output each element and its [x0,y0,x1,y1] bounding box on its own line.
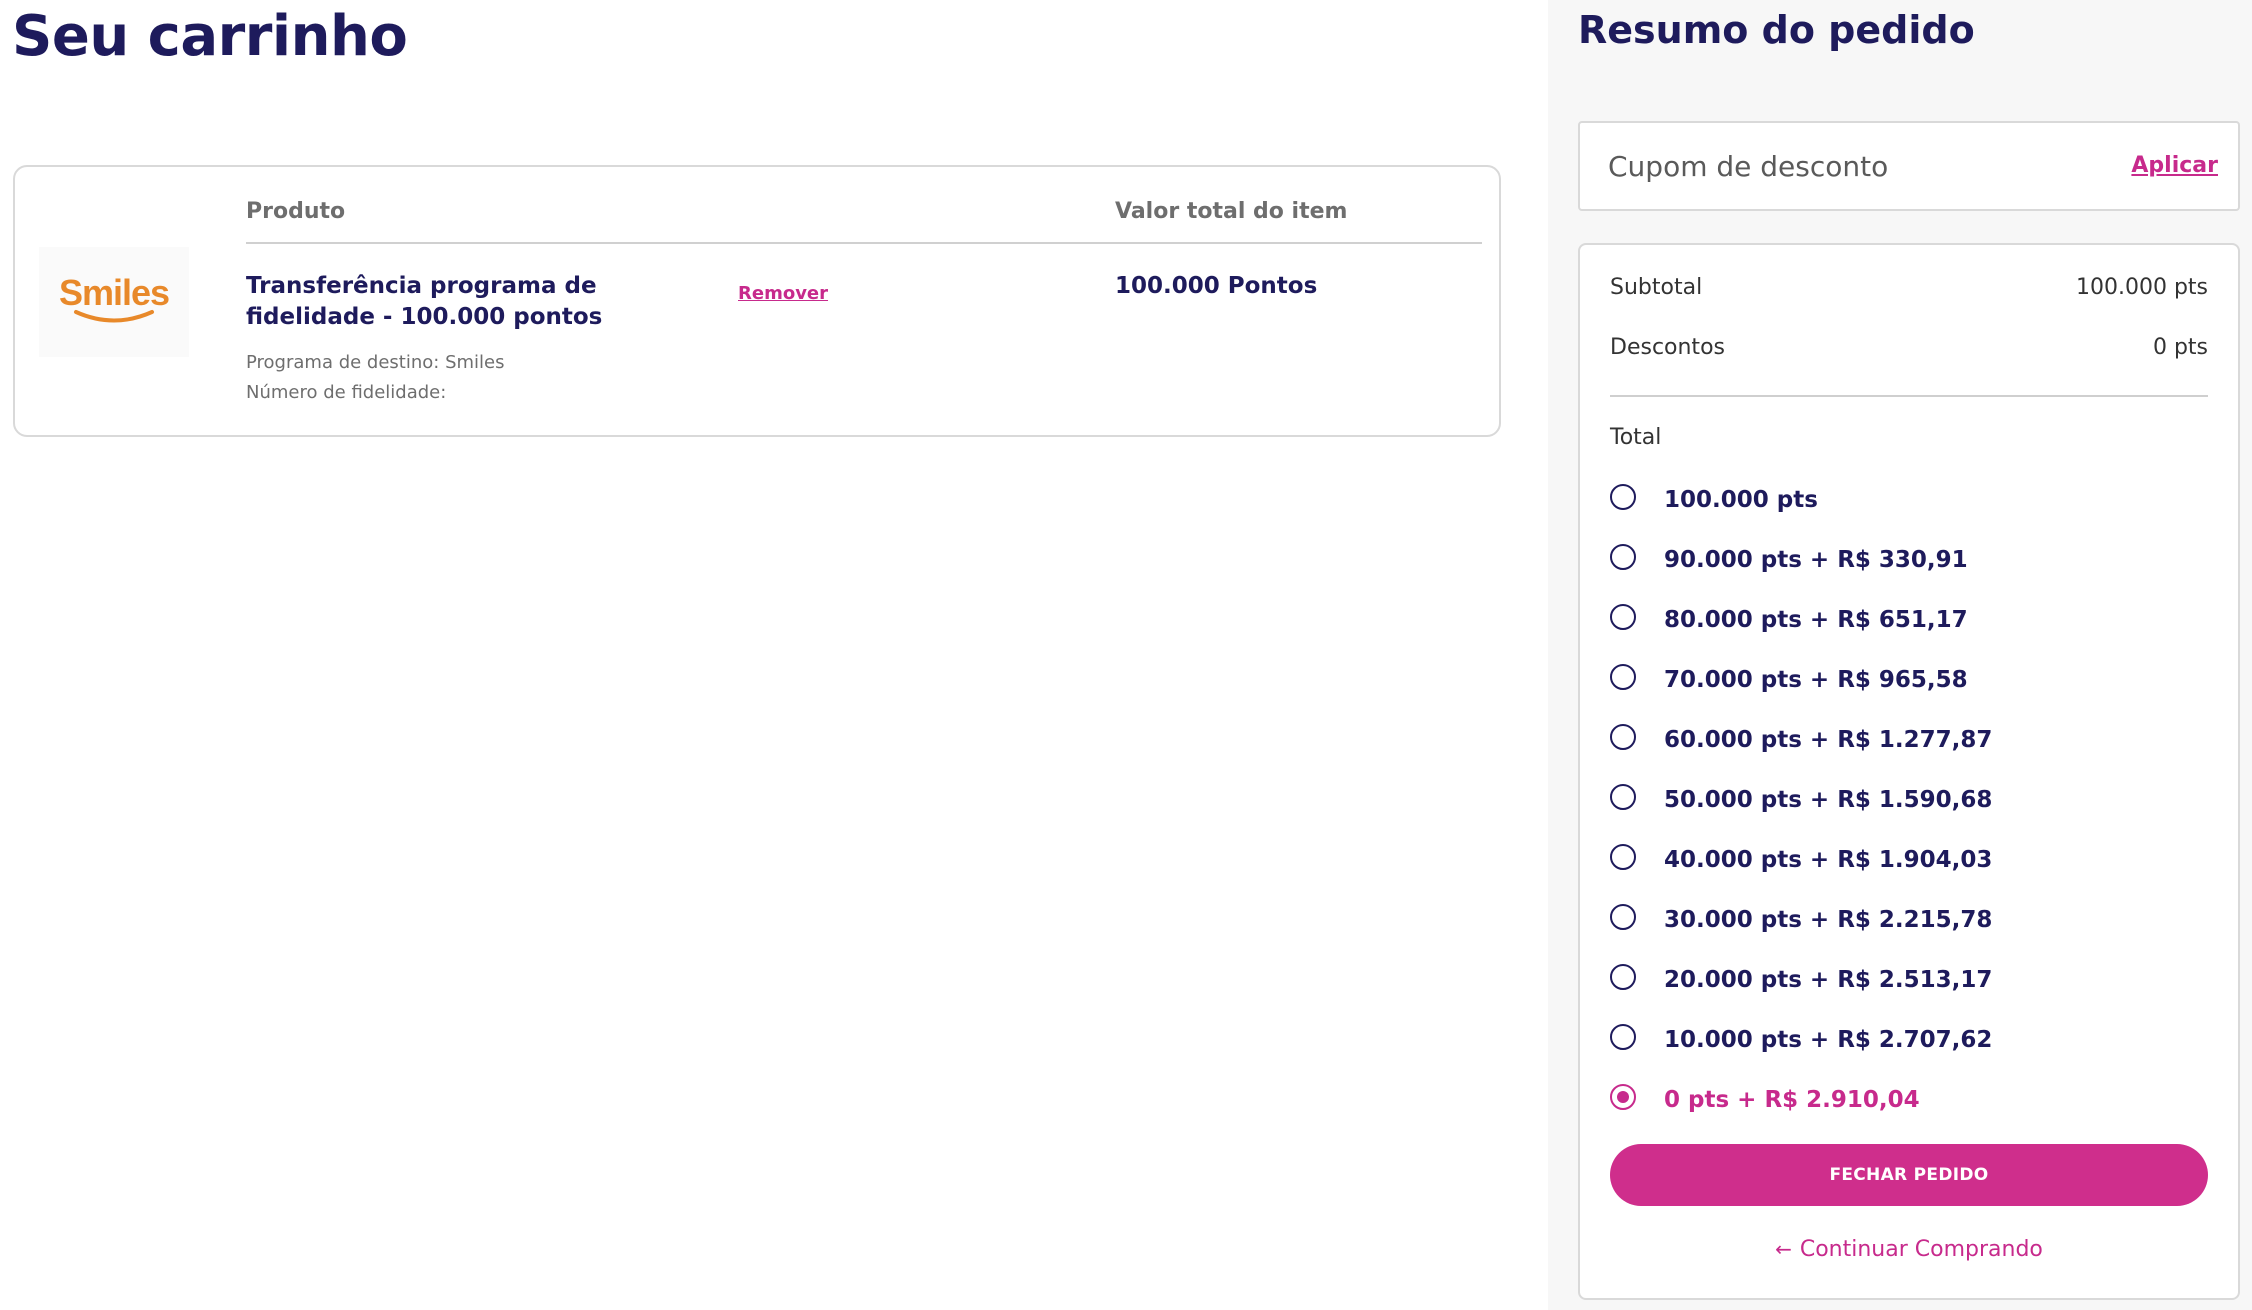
radio-icon[interactable] [1610,544,1636,570]
payment-option-label: 80.000 pts + R$ 651,17 [1664,607,1968,633]
apply-coupon-link[interactable]: Aplicar [2131,153,2218,178]
smiles-logo-text: Smiles [58,272,170,313]
subtotal-row: Subtotal 100.000 pts [1610,275,2208,300]
payment-option-label: 50.000 pts + R$ 1.590,68 [1664,787,1993,813]
radio-icon[interactable] [1610,1084,1636,1110]
payment-option-label: 90.000 pts + R$ 330,91 [1664,547,1968,573]
radio-icon[interactable] [1610,784,1636,810]
loyalty-number: Número de fidelidade: [246,382,447,403]
remove-item-link[interactable]: Remover [738,283,828,304]
radio-icon[interactable] [1610,904,1636,930]
radio-icon[interactable] [1610,1024,1636,1050]
continue-shopping-link[interactable]: ← Continuar Comprando [1580,1237,2238,1262]
radio-icon[interactable] [1610,724,1636,750]
payment-option-label: 20.000 pts + R$ 2.513,17 [1664,967,1993,993]
payment-option[interactable]: 60.000 pts + R$ 1.277,87 [1610,722,2210,782]
payment-option-label: 70.000 pts + R$ 965,58 [1664,667,1968,693]
order-summary-card: Subtotal 100.000 pts Descontos 0 pts Tot… [1578,243,2240,1300]
payment-option[interactable]: 70.000 pts + R$ 965,58 [1610,662,2210,722]
arrow-left-icon: ← [1775,1237,1792,1261]
smiles-logo: Smiles [39,247,189,357]
payment-option[interactable]: 20.000 pts + R$ 2.513,17 [1610,962,2210,1022]
payment-option[interactable]: 80.000 pts + R$ 651,17 [1610,602,2210,662]
item-total-value: 100.000 Pontos [1115,273,1318,299]
radio-icon[interactable] [1610,844,1636,870]
column-header-value: Valor total do item [1115,199,1348,224]
cart-item-card: Produto Valor total do item Smiles Trans… [13,165,1501,437]
subtotal-label: Subtotal [1610,275,1703,300]
payment-option[interactable]: 100.000 pts [1610,482,2210,542]
radio-icon[interactable] [1610,964,1636,990]
coupon-input[interactable] [1608,143,2088,189]
checkout-button[interactable]: FECHAR PEDIDO [1610,1144,2208,1206]
radio-icon[interactable] [1610,484,1636,510]
payment-option[interactable]: 10.000 pts + R$ 2.707,62 [1610,1022,2210,1082]
payment-option-label: 10.000 pts + R$ 2.707,62 [1664,1027,1993,1053]
product-name: Transferência programa de fidelidade - 1… [246,273,603,330]
payment-option-label: 30.000 pts + R$ 2.215,78 [1664,907,1993,933]
column-header-product: Produto [246,199,346,224]
payment-option[interactable]: 40.000 pts + R$ 1.904,03 [1610,842,2210,902]
discount-label: Descontos [1610,335,1725,360]
summary-divider [1610,395,2208,397]
payment-option-label: 40.000 pts + R$ 1.904,03 [1664,847,1993,873]
smile-curve-icon [74,310,154,323]
destination-program: Programa de destino: Smiles [246,352,505,373]
continue-shopping-label: Continuar Comprando [1799,1237,2043,1262]
total-label: Total [1610,425,1662,450]
cart-section: Seu carrinho Produto Valor total do item… [0,0,1548,1310]
subtotal-value: 100.000 pts [2075,275,2208,300]
summary-title: Resumo do pedido [1578,8,1975,52]
payment-option-label: 60.000 pts + R$ 1.277,87 [1664,727,1993,753]
coupon-box: Aplicar [1578,121,2240,211]
page-title: Seu carrinho [12,4,408,69]
discount-value: 0 pts [2152,335,2208,360]
radio-icon[interactable] [1610,604,1636,630]
header-divider [246,242,1482,244]
radio-icon[interactable] [1610,664,1636,690]
discount-row: Descontos 0 pts [1610,335,2208,360]
payment-option[interactable]: 50.000 pts + R$ 1.590,68 [1610,782,2210,842]
payment-option[interactable]: 0 pts + R$ 2.910,04 [1610,1082,2210,1142]
payment-option-label: 100.000 pts [1664,487,1818,513]
payment-option[interactable]: 90.000 pts + R$ 330,91 [1610,542,2210,602]
payment-options: 100.000 pts 90.000 pts + R$ 330,91 80.00… [1610,482,2210,1142]
payment-option-label: 0 pts + R$ 2.910,04 [1664,1087,1920,1113]
payment-option[interactable]: 30.000 pts + R$ 2.215,78 [1610,902,2210,962]
